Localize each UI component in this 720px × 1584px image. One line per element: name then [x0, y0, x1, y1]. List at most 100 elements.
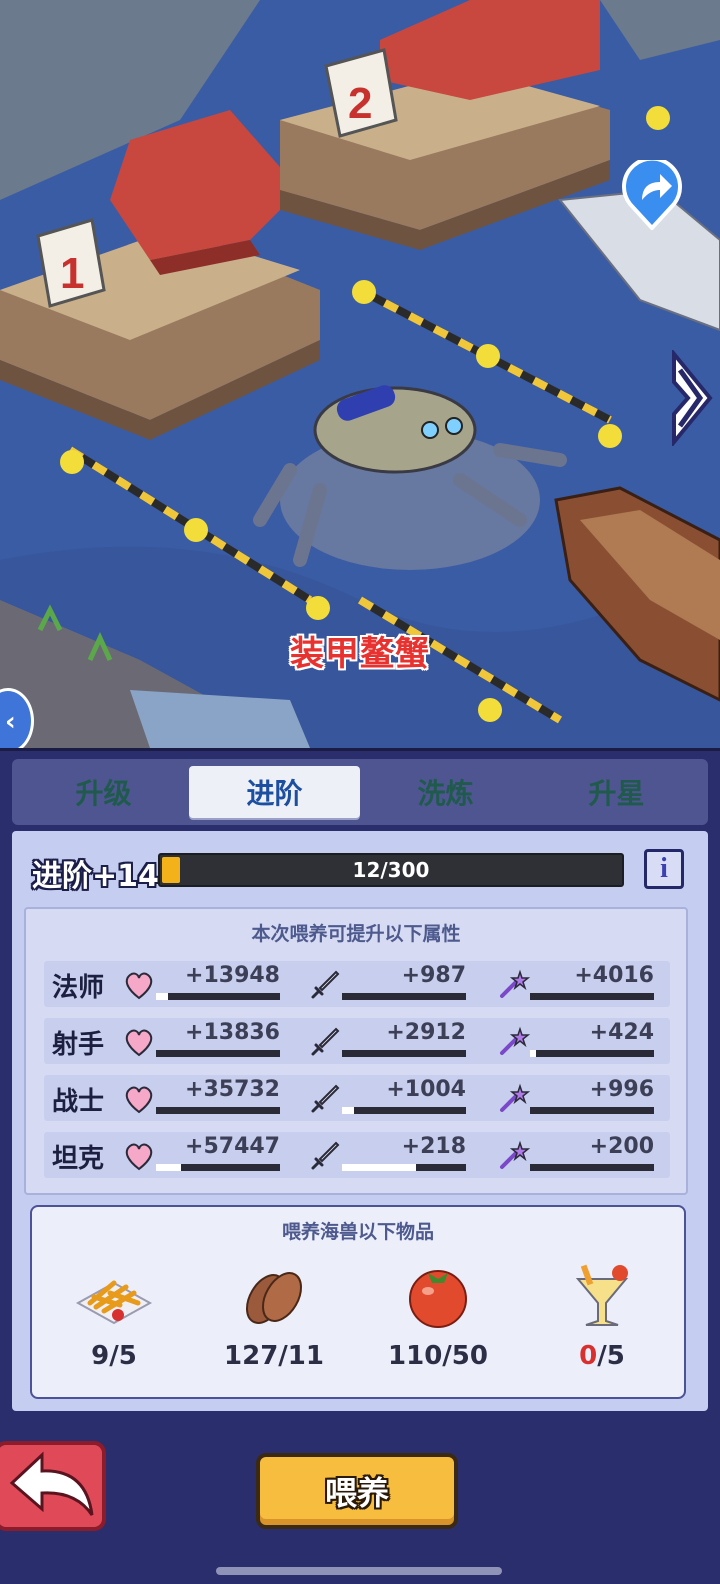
- feed-need: /5: [597, 1341, 625, 1371]
- feed-item-tomato[interactable]: 110/50: [378, 1263, 498, 1383]
- stat-value: +2912: [386, 1020, 466, 1045]
- feed-item-almond[interactable]: 127/11: [214, 1263, 334, 1383]
- feed-items-box: 喂养海兽以下物品 9/5 127/11 110/50 0/5: [30, 1205, 686, 1399]
- feed-need: /50: [442, 1341, 488, 1371]
- advance-progress-bar: 12/300: [158, 853, 624, 887]
- stat-value: +218: [401, 1134, 466, 1159]
- chevron-right-icon: [672, 350, 713, 446]
- stat-bar: [156, 993, 280, 1000]
- stat-bar-fill: [156, 1164, 181, 1171]
- tab-star-up[interactable]: 升星: [531, 766, 702, 818]
- stat-bar: [342, 1164, 466, 1171]
- stat-magic: +4016: [496, 961, 654, 1007]
- stat-hp: +35732: [122, 1075, 280, 1121]
- feed-title: 喂养海兽以下物品: [281, 1221, 434, 1243]
- heart-icon: [125, 1086, 153, 1114]
- stat-value: +996: [589, 1077, 654, 1102]
- next-creature-button[interactable]: [670, 350, 714, 446]
- stat-bar: [530, 1107, 654, 1114]
- panel-tabs: 升级 进阶 洗炼 升星: [12, 759, 708, 825]
- advance-level: 进阶+14: [32, 859, 159, 894]
- feed-panel: 升级 进阶 洗炼 升星 进阶+14 12/300 i 本次喂养可提升以下属性 法…: [0, 748, 720, 1584]
- stat-magic: +200: [496, 1132, 654, 1178]
- stat-bar: [342, 1050, 466, 1057]
- attribute-row: 射手 +13836 +2912 +424: [44, 1018, 670, 1064]
- dock-sign-2: 2: [324, 48, 398, 138]
- stat-bar: [530, 1050, 654, 1057]
- feed-item-fries[interactable]: 9/5: [54, 1263, 174, 1383]
- stat-bar: [530, 993, 654, 1000]
- attribute-row: 坦克 +57447 +218 +200: [44, 1132, 670, 1178]
- stat-atk: +2912: [308, 1018, 466, 1064]
- stat-value: +987: [401, 963, 466, 988]
- dock-sign-1: 1: [36, 218, 106, 308]
- tab-refine[interactable]: 洗炼: [360, 766, 531, 818]
- stat-bar-fill: [342, 1107, 355, 1114]
- sword-icon: [311, 1084, 340, 1113]
- feed-have: 9: [91, 1341, 110, 1371]
- stat-value: +1004: [386, 1077, 466, 1102]
- stat-value: +35732: [185, 1077, 280, 1102]
- home-indicator[interactable]: [216, 1567, 502, 1575]
- feed-item-cocktail[interactable]: 0/5: [542, 1263, 662, 1383]
- info-button[interactable]: i: [644, 849, 684, 889]
- stat-atk: +218: [308, 1132, 466, 1178]
- share-arrow-icon: [622, 160, 682, 230]
- heart-icon: [125, 1029, 153, 1057]
- feed-need: /11: [278, 1341, 324, 1371]
- stat-bar-fill: [530, 1050, 537, 1057]
- stat-bar: [342, 1107, 466, 1114]
- heart-icon: [125, 972, 153, 1000]
- stat-bar: [342, 993, 466, 1000]
- tab-advance[interactable]: 进阶: [189, 766, 360, 818]
- feed-need: /5: [109, 1341, 137, 1371]
- attribute-box: 本次喂养可提升以下属性 法师 +13948 +987 +4016 射手 +13836 +29…: [24, 907, 688, 1195]
- tab-upgrade[interactable]: 升级: [18, 766, 189, 818]
- advance-progress-row: 进阶+14 12/300 i: [32, 849, 688, 895]
- game-scene: 1 2 装甲鳌蟹 ‹: [0, 0, 720, 748]
- stat-bar-fill: [342, 1164, 417, 1171]
- attribute-row: 法师 +13948 +987 +4016: [44, 961, 670, 1007]
- stat-bar: [156, 1164, 280, 1171]
- stat-value: +13948: [185, 963, 280, 988]
- feed-count: 127/11: [214, 1341, 334, 1371]
- fries-icon: [75, 1280, 153, 1325]
- stat-value: +4016: [574, 963, 654, 988]
- stat-magic: +996: [496, 1075, 654, 1121]
- attribute-title: 本次喂养可提升以下属性: [251, 923, 461, 945]
- back-arrow-icon: [9, 1451, 94, 1516]
- role-label: 战士: [52, 1087, 105, 1117]
- attribute-row: 战士 +35732 +1004 +996: [44, 1075, 670, 1121]
- feed-count: 9/5: [54, 1341, 174, 1371]
- role-label: 射手: [52, 1030, 105, 1060]
- stat-bar-fill: [156, 993, 169, 1000]
- magic-wand-icon: [500, 1083, 530, 1112]
- share-button[interactable]: [620, 160, 684, 230]
- stat-hp: +13948: [122, 961, 280, 1007]
- advance-content: 进阶+14 12/300 i 本次喂养可提升以下属性 法师 +13948 +987 +…: [12, 831, 708, 1411]
- stat-atk: +987: [308, 961, 466, 1007]
- heart-icon: [125, 1143, 153, 1171]
- stat-value: +424: [589, 1020, 654, 1045]
- feed-have: 127: [224, 1341, 279, 1371]
- feed-have: 110: [388, 1341, 443, 1371]
- stat-atk: +1004: [308, 1075, 466, 1121]
- sword-icon: [311, 1141, 340, 1170]
- feed-count: 110/50: [378, 1341, 498, 1371]
- magic-wand-icon: [500, 1026, 530, 1055]
- almond-icon: [246, 1272, 302, 1324]
- creature-name: 装甲鳌蟹: [290, 634, 430, 674]
- cocktail-icon: [575, 1264, 629, 1326]
- feed-have: 0: [579, 1341, 598, 1371]
- stat-value: +57447: [185, 1134, 280, 1159]
- magic-wand-icon: [500, 969, 530, 998]
- feed-count: 0/5: [542, 1341, 662, 1371]
- feed-button[interactable]: 喂养: [256, 1453, 458, 1529]
- collapse-icon: ‹: [5, 707, 16, 737]
- sword-icon: [311, 1027, 340, 1056]
- back-button[interactable]: [0, 1441, 106, 1531]
- stat-value: +200: [589, 1134, 654, 1159]
- advance-progress-text: 12/300: [352, 858, 430, 882]
- magic-wand-icon: [500, 1140, 530, 1169]
- svg-text:1: 1: [60, 249, 84, 298]
